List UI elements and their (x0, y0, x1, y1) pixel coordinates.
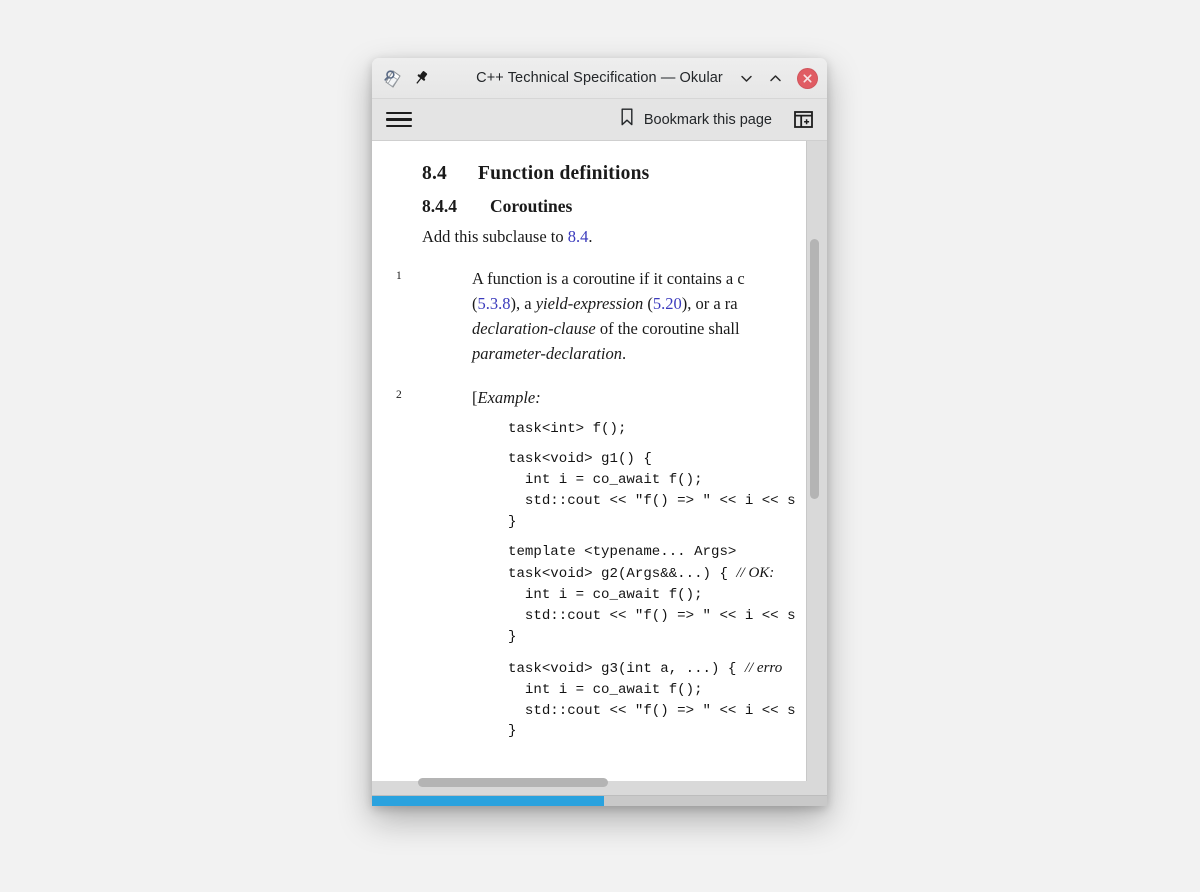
para1-line4-italic: parameter-declaration (472, 344, 622, 364)
code-line: } (508, 513, 517, 530)
code-comment: // OK: (736, 565, 775, 582)
subsection-heading: 8.4.4 Coroutines (422, 196, 806, 217)
code-block-f: task<int> f(); (508, 421, 627, 438)
section-heading: 8.4 Function definitions (422, 163, 806, 185)
subsection-title: Coroutines (490, 196, 573, 216)
bookmark-ribbon-icon (619, 107, 635, 132)
paragraph-1: 1 A function is a coroutine if it contai… (372, 266, 806, 366)
okular-document-magnifier-icon (382, 67, 404, 89)
paragraph-2: 2 [Example: (372, 385, 806, 410)
horizontal-scrollbar-thumb[interactable] (418, 778, 608, 787)
okular-window: C++ Technical Specification — Okular Boo… (372, 58, 827, 806)
section-number: 8.4 (422, 163, 447, 184)
main-toolbar: Bookmark this page (372, 99, 827, 141)
para1-line2-d: ), or a ra (681, 294, 738, 314)
page-content: 8.4 Function definitions 8.4.4 Coroutines … (372, 141, 806, 742)
code-line: task<void> g1() { (508, 451, 652, 468)
lead-in-suffix: . (588, 227, 593, 246)
para1-line2-c: ( (643, 294, 653, 314)
document-horizontal-scrollbar[interactable] (372, 777, 827, 787)
pin-icon[interactable] (412, 69, 430, 87)
progress-bar (372, 795, 827, 806)
cross-reference-link[interactable]: 8.4 (568, 227, 589, 246)
code-block-g2: template <typename... Args> task<void> g… (508, 542, 806, 648)
code-line: } (508, 628, 517, 645)
para1-italic-term: yield-expression (535, 294, 644, 314)
window-controls (737, 67, 818, 89)
paragraph-text: A function is a coroutine if it contains… (472, 266, 806, 366)
code-signature: task<void> g2(Args&&...) { (508, 566, 737, 583)
pdf-page: 8.4 Function definitions 8.4.4 Coroutines … (372, 141, 807, 781)
chevron-down-icon[interactable] (737, 69, 756, 88)
code-line: int i = co_await f(); (508, 472, 703, 489)
progress-bar-fill (372, 796, 605, 806)
bookmark-this-page-button[interactable]: Bookmark this page (615, 104, 776, 135)
example-opening: [Example: (472, 385, 806, 410)
subsection-number: 8.4.4 (422, 196, 457, 216)
code-signature: task<void> g3(int a, ...) { (508, 660, 745, 677)
cross-reference-link[interactable]: 5.3.8 (478, 294, 511, 313)
para1-line3-rest: of the coroutine shall (595, 319, 740, 339)
code-comment: // erro (744, 659, 783, 676)
panel-add-icon[interactable] (791, 108, 815, 132)
code-block-g3: task<void> g3(int a, ...) { // erro int … (508, 657, 806, 742)
paragraph-number: 2 (396, 389, 402, 402)
close-icon[interactable] (797, 67, 818, 89)
vertical-scrollbar-thumb[interactable] (810, 239, 819, 499)
code-line: int i = co_await f(); (508, 681, 703, 698)
code-block-g1: task<void> g1() { int i = co_await f(); … (508, 449, 806, 532)
para1-line3-italic: declaration-clause (472, 319, 596, 339)
lead-in-line: Add this subclause to 8.4. (422, 227, 806, 247)
window-title-bar[interactable]: C++ Technical Specification — Okular (372, 58, 827, 99)
hamburger-menu-icon[interactable] (386, 109, 412, 131)
para1-line1: A function is a coroutine if it contains… (472, 269, 745, 288)
code-line: std::cout << "f() => " << i << s (508, 702, 796, 719)
paragraph-number: 1 (396, 270, 402, 282)
code-line: template <typename... Args> (508, 543, 737, 560)
lead-in-prefix: Add this subclause to (422, 227, 568, 246)
document-viewport[interactable]: 8.4 Function definitions 8.4.4 Coroutines … (372, 141, 827, 795)
cross-reference-link[interactable]: 5.20 (653, 294, 682, 313)
bookmark-this-page-label: Bookmark this page (643, 111, 772, 128)
chevron-up-icon[interactable] (766, 69, 785, 88)
para1-line2-b: ), a (510, 294, 536, 314)
section-title: Function definitions (478, 163, 650, 184)
code-line: int i = co_await f(); (508, 587, 703, 604)
example-label: Example: (477, 388, 541, 408)
code-line: std::cout << "f() => " << i << s (508, 608, 796, 625)
toolbar-right-group: Bookmark this page (615, 104, 815, 135)
document-vertical-scrollbar[interactable] (810, 141, 820, 795)
code-line: std::cout << "f() => " << i << s (508, 492, 796, 509)
para1-line4-rest: . (621, 344, 627, 364)
code-line: } (508, 723, 517, 740)
